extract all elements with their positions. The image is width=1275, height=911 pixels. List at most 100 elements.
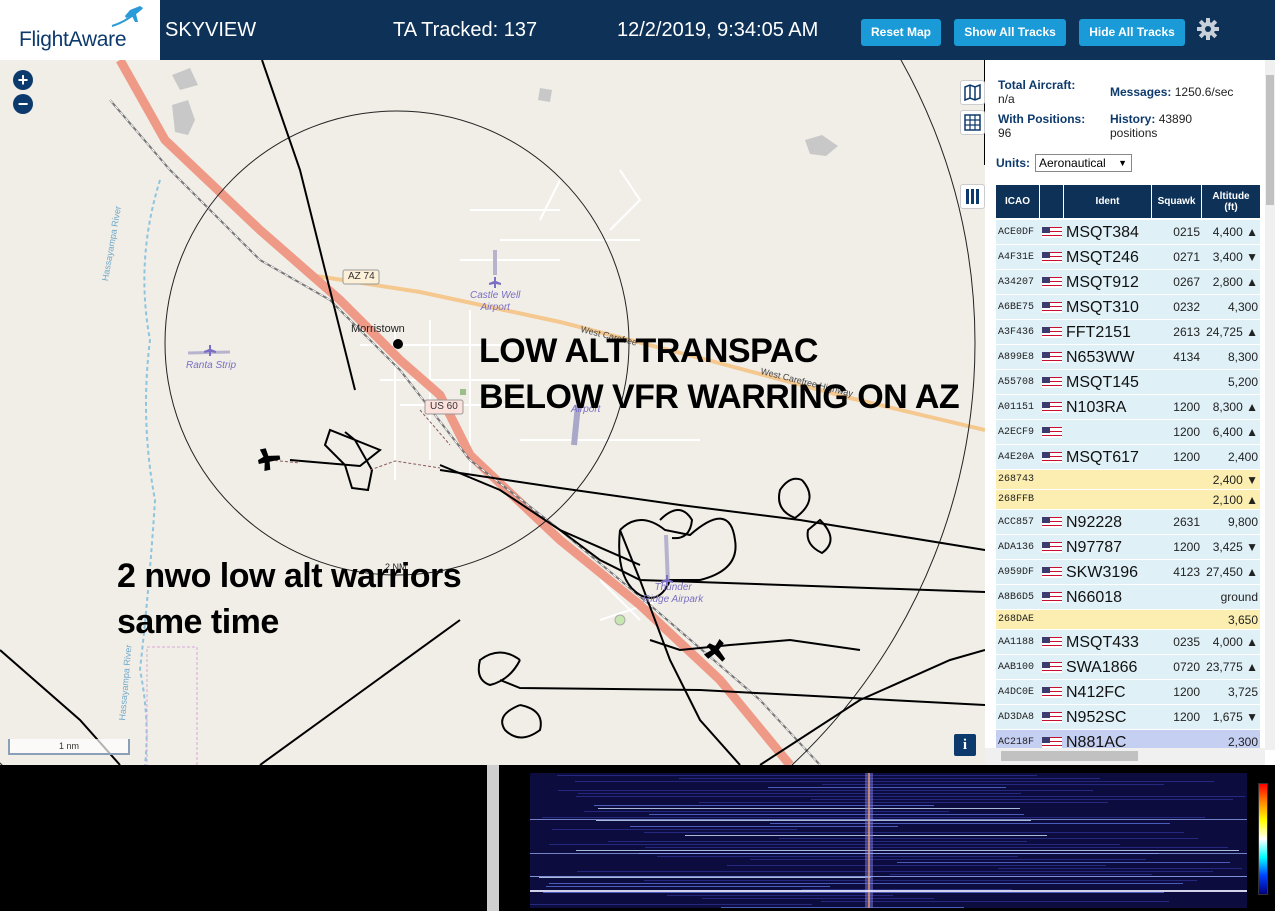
table-row[interactable]: A01151 N103RA 1200 8,300 ▲: [996, 395, 1260, 420]
history-value: 43890: [1158, 112, 1193, 126]
altitude-cell: 27,450 ▲: [1206, 565, 1258, 579]
col-icao[interactable]: ICAO: [996, 185, 1040, 218]
receiver-location: [393, 339, 403, 349]
col-flag[interactable]: [1040, 185, 1064, 218]
zoom-in-button[interactable]: +: [13, 70, 33, 90]
col-squawk[interactable]: Squawk: [1152, 185, 1202, 218]
clock-datetime: 12/2/2019, 9:34:05 AM: [617, 19, 819, 41]
table-row[interactable]: A959DF SKW3196 4123 27,450 ▲: [996, 560, 1260, 585]
total-aircraft-value: n/a: [998, 92, 1015, 106]
columns-toggle-button[interactable]: [960, 184, 985, 209]
squawk-cell: 4134: [1173, 350, 1200, 364]
messages-label: Messages:: [1110, 85, 1172, 99]
icao-cell: AD3DA8: [998, 712, 1035, 723]
squawk-cell: 4123: [1173, 565, 1200, 579]
spectrogram-colorbar: [1258, 783, 1268, 895]
table-row[interactable]: A899E8 N653WW 4134 8,300: [996, 345, 1260, 370]
col-altitude[interactable]: Altitude (ft): [1202, 185, 1260, 218]
ident-cell: SWA1866: [1066, 659, 1138, 676]
us-flag-icon: [1042, 302, 1062, 313]
park-marker: [460, 389, 466, 395]
panel-horizontal-scroll-thumb[interactable]: [1001, 751, 1138, 761]
ident-cell: N66018: [1066, 589, 1123, 606]
scale-bar: 1 nm: [8, 739, 130, 755]
ident-cell: FFT2151: [1066, 324, 1131, 341]
ident-cell: MSQT912: [1066, 274, 1139, 291]
map-view[interactable]: AZ 74 US 60 Morristown Castle Well Airpo…: [0, 60, 985, 765]
panel-vertical-scroll-thumb[interactable]: [1266, 75, 1274, 205]
ranta-airport-icon: [204, 345, 216, 356]
altitude-cell: 3,400 ▼: [1212, 250, 1258, 264]
icao-cell: 268DAE: [998, 614, 1035, 625]
ident-cell: SKW3196: [1066, 564, 1139, 581]
us-flag-icon: [1042, 637, 1062, 648]
reset-map-button[interactable]: Reset Map: [861, 19, 941, 46]
ident-cell: N103RA: [1066, 399, 1127, 416]
aircraft-icon-1: [258, 448, 281, 472]
altitude-cell: 4,400 ▲: [1212, 225, 1258, 239]
us-flag-icon: [1042, 427, 1062, 438]
ident-cell: N92228: [1066, 514, 1123, 531]
altitude-cell: 8,300: [1227, 350, 1258, 364]
table-row[interactable]: A4E20A MSQT617 1200 2,400: [996, 445, 1260, 470]
units-select[interactable]: Aeronautical ▼: [1035, 154, 1132, 172]
squawk-cell: 0720: [1173, 660, 1200, 674]
grid-icon: [964, 114, 981, 131]
logo-text: FlightAware: [19, 28, 127, 51]
total-aircraft-label: Total Aircraft:: [998, 78, 1076, 92]
table-row[interactable]: A8B6D5 N66018 ground: [996, 585, 1260, 610]
squawk-cell: 1200: [1173, 540, 1200, 554]
with-positions-stat: With Positions: 96: [998, 112, 1085, 140]
squawk-cell: 1200: [1173, 425, 1200, 439]
ident-cell: MSQT310: [1066, 299, 1139, 316]
units-select-value: Aeronautical: [1039, 156, 1106, 170]
grid-toggle-button[interactable]: [960, 110, 985, 135]
table-row[interactable]: A34207 MSQT912 0267 2,800 ▲: [996, 270, 1260, 295]
us-flag-icon: [1042, 737, 1062, 748]
altitude-cell: 2,100 ▲: [1212, 493, 1258, 507]
icao-cell: ACC857: [998, 517, 1035, 528]
table-row[interactable]: ACC857 N92228 2631 9,800: [996, 510, 1260, 535]
gear-icon[interactable]: [1196, 17, 1220, 41]
icao-cell: A8B6D5: [998, 592, 1035, 603]
icao-cell: A959DF: [998, 567, 1035, 578]
icao-cell: ACE0DF: [998, 227, 1035, 238]
show-all-tracks-button[interactable]: Show All Tracks: [954, 19, 1066, 46]
icao-cell: A6BE75: [998, 302, 1035, 313]
pane-divider[interactable]: [487, 765, 499, 911]
altitude-cell: 3,725: [1227, 685, 1258, 699]
history-unit: positions: [1110, 126, 1158, 140]
table-row[interactable]: A2ECF9 1200 6,400 ▲: [996, 420, 1260, 445]
table-row[interactable]: 268FFB 2,100 ▲: [996, 490, 1260, 510]
info-button[interactable]: i: [954, 734, 976, 756]
with-positions-value: 96: [998, 126, 1012, 140]
table-row[interactable]: ADA136 N97787 1200 3,425 ▼: [996, 535, 1260, 560]
col-ident[interactable]: Ident: [1064, 185, 1152, 218]
table-row[interactable]: AA1188 MSQT433 0235 4,000 ▲: [996, 630, 1260, 655]
table-row[interactable]: 268743 2,400 ▼: [996, 470, 1260, 490]
table-row[interactable]: A4DC0E N412FC 1200 3,725: [996, 680, 1260, 705]
altitude-cell: 1,675 ▼: [1212, 710, 1258, 724]
annotation-line-2: BELOW VFR WARRING ON AZ: [479, 378, 960, 416]
spectrogram-waterfall: [530, 773, 1247, 908]
table-row[interactable]: A4F31E MSQT246 0271 3,400 ▼: [996, 245, 1260, 270]
table-row[interactable]: ACE0DF MSQT384 0215 4,400 ▲: [996, 220, 1260, 245]
table-row[interactable]: 268DAE 3,650: [996, 610, 1260, 630]
map-icon: [964, 83, 981, 102]
zoom-out-button[interactable]: −: [13, 94, 33, 114]
table-row[interactable]: A55708 MSQT145 5,200: [996, 370, 1260, 395]
hide-all-tracks-button[interactable]: Hide All Tracks: [1079, 19, 1185, 46]
table-row[interactable]: A6BE75 MSQT310 0232 4,300: [996, 295, 1260, 320]
squawk-cell: 2613: [1173, 325, 1200, 339]
map-toggle-button[interactable]: [960, 80, 985, 105]
us-flag-icon: [1042, 402, 1062, 413]
ident-cell: N412FC: [1066, 684, 1126, 701]
units-label: Units:: [996, 156, 1030, 170]
annotation-line-1: LOW ALT TRANSPAC: [479, 332, 818, 370]
table-row[interactable]: AD3DA8 N952SC 1200 1,675 ▼: [996, 705, 1260, 730]
altitude-cell: 4,000 ▲: [1212, 635, 1258, 649]
flightaware-logo[interactable]: FlightAware: [0, 0, 160, 60]
icao-cell: A55708: [998, 377, 1035, 388]
table-row[interactable]: A3F436 FFT2151 2613 24,725 ▲: [996, 320, 1260, 345]
table-row[interactable]: AAB100 SWA1866 0720 23,775 ▲: [996, 655, 1260, 680]
